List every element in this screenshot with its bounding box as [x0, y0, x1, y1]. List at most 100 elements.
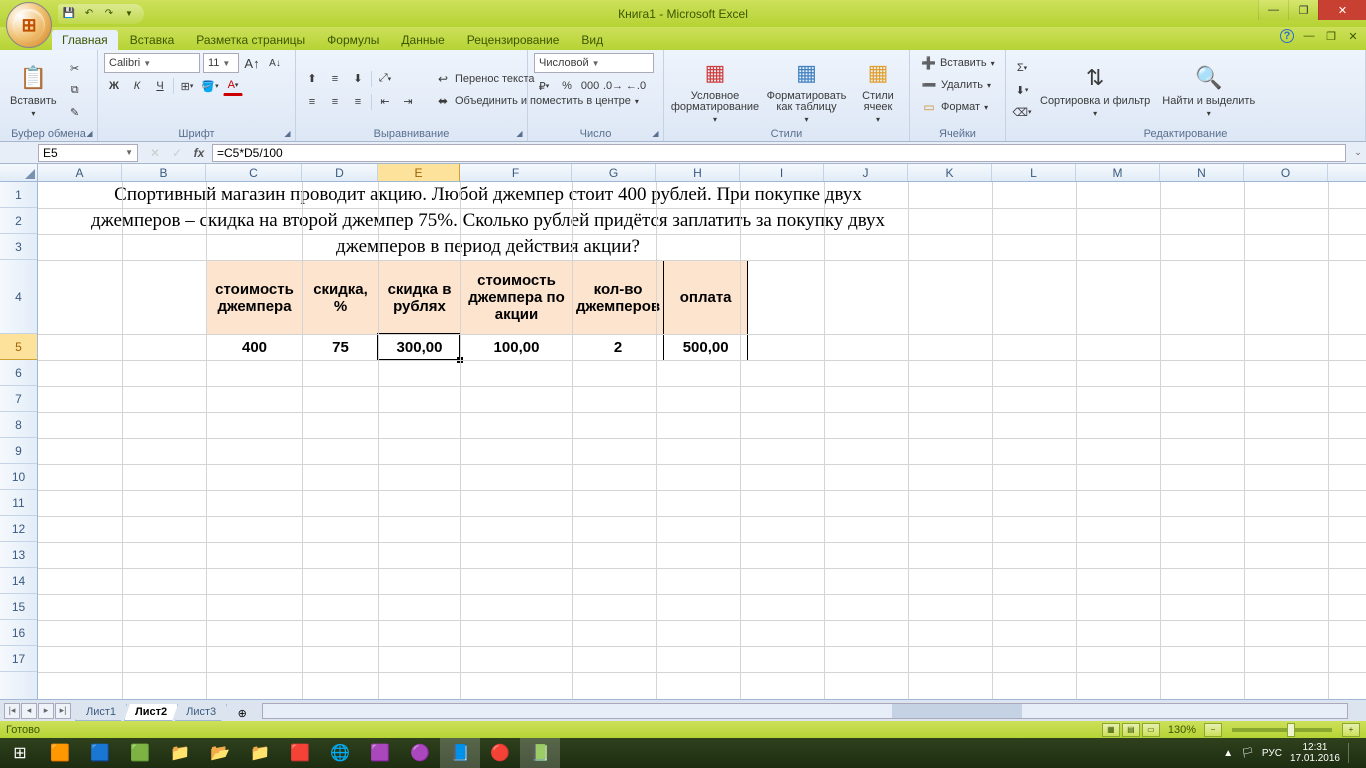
align-top-button[interactable]: ⬆ [302, 69, 322, 89]
font-name-combo[interactable]: Calibri▼ [104, 53, 200, 73]
ribbon-minimize-icon[interactable]: — [1302, 29, 1316, 43]
taskbar-app-5[interactable]: 📂 [200, 738, 240, 768]
taskbar-app-6[interactable]: 📁 [240, 738, 280, 768]
header-cost[interactable]: стоимость джемпера [207, 261, 303, 335]
scrollbar-thumb[interactable] [892, 704, 1022, 718]
taskbar-app-7[interactable]: 🟥 [280, 738, 320, 768]
column-header-j[interactable]: J [824, 164, 908, 181]
font-launcher-icon[interactable]: ◢ [282, 128, 293, 139]
minimize-button[interactable]: — [1258, 0, 1288, 20]
new-sheet-button[interactable]: ⊕ [230, 705, 254, 721]
fx-button[interactable]: fx [189, 144, 209, 162]
sheet-tab-2[interactable]: Лист2 [124, 704, 178, 721]
indent-decrease-button[interactable]: ⇤ [375, 92, 395, 112]
align-right-button[interactable]: ≡ [348, 92, 368, 112]
sheet-nav-prev-icon[interactable]: ◂ [21, 703, 37, 719]
cell-g5[interactable]: 2 [573, 335, 664, 361]
copy-button[interactable]: ⧉ [65, 80, 85, 100]
cell-f5[interactable]: 100,00 [461, 335, 573, 361]
column-header-f[interactable]: F [460, 164, 572, 181]
column-header-m[interactable]: M [1076, 164, 1160, 181]
start-button[interactable]: ⊞ [0, 738, 40, 768]
number-launcher-icon[interactable]: ◢ [650, 128, 661, 139]
formula-bar-expand-icon[interactable]: ⌄ [1350, 144, 1366, 162]
tab-insert[interactable]: Вставка [120, 30, 185, 50]
row-header-6[interactable]: 6 [0, 360, 37, 386]
tray-up-icon[interactable]: ▲ [1223, 748, 1233, 759]
zoom-slider[interactable] [1232, 728, 1332, 732]
row-header-13[interactable]: 13 [0, 542, 37, 568]
sheet-tab-1[interactable]: Лист1 [75, 704, 127, 721]
tab-home[interactable]: Главная [52, 30, 118, 50]
currency-button[interactable]: ₽▾ [534, 76, 554, 96]
column-header-c[interactable]: C [206, 164, 302, 181]
row-header-11[interactable]: 11 [0, 490, 37, 516]
find-select-button[interactable]: 🔍Найти и выделить▾ [1158, 53, 1259, 127]
number-format-combo[interactable]: Числовой▼ [534, 53, 654, 73]
clear-button[interactable]: ⌫▾ [1012, 102, 1032, 122]
row-header-1[interactable]: 1 [0, 182, 37, 208]
header-discount-pct[interactable]: скидка, % [303, 261, 379, 335]
zoom-in-button[interactable]: + [1342, 723, 1360, 737]
zoom-level[interactable]: 130% [1168, 724, 1196, 736]
align-middle-button[interactable]: ≡ [325, 69, 345, 89]
taskbar-word-button[interactable]: 📘 [440, 738, 480, 768]
column-header-l[interactable]: L [992, 164, 1076, 181]
taskbar-app-4[interactable]: 📁 [160, 738, 200, 768]
column-header-e[interactable]: E [378, 164, 460, 181]
underline-button[interactable]: Ч [150, 76, 170, 96]
grow-font-button[interactable]: A↑ [242, 53, 262, 73]
taskbar-app-9[interactable]: 🟪 [360, 738, 400, 768]
row-header-14[interactable]: 14 [0, 568, 37, 594]
align-bottom-button[interactable]: ⬇ [348, 69, 368, 89]
row-header-10[interactable]: 10 [0, 464, 37, 490]
header-discount-rub[interactable]: скидка в рублях [379, 261, 461, 335]
conditional-formatting-button[interactable]: ▦Условное форматирование▾ [670, 53, 760, 127]
undo-icon[interactable]: ↶ [82, 7, 96, 21]
maximize-button[interactable]: ❐ [1288, 0, 1318, 20]
sheet-tab-3[interactable]: Лист3 [175, 704, 227, 721]
row-header-5[interactable]: 5 [0, 334, 37, 360]
tab-data[interactable]: Данные [391, 30, 454, 50]
ribbon-close-icon[interactable]: ✕ [1346, 29, 1360, 43]
tray-flag-icon[interactable]: 🏳 [1241, 748, 1254, 759]
taskbar-app-8[interactable]: 🌐 [320, 738, 360, 768]
formula-input[interactable]: =C5*D5/100 [212, 144, 1346, 162]
insert-cells-button[interactable]: ➕Вставить▾ [916, 53, 999, 73]
column-header-a[interactable]: A [38, 164, 122, 181]
taskbar-excel-button[interactable]: 📗 [520, 738, 560, 768]
column-header-g[interactable]: G [572, 164, 656, 181]
format-cells-button[interactable]: ▭Формат▾ [916, 97, 999, 117]
row-header-7[interactable]: 7 [0, 386, 37, 412]
taskbar-opera-button[interactable]: 🔴 [480, 738, 520, 768]
tray-clock[interactable]: 12:31 17.01.2016 [1290, 742, 1340, 764]
clipboard-launcher-icon[interactable]: ◢ [84, 128, 95, 139]
column-header-i[interactable]: I [740, 164, 824, 181]
paste-button[interactable]: 📋 Вставить ▾ [6, 53, 61, 127]
header-payment[interactable]: оплата [664, 261, 748, 335]
autosum-button[interactable]: Σ▾ [1012, 58, 1032, 78]
taskbar-app-3[interactable]: 🟩 [120, 738, 160, 768]
taskbar-app-2[interactable]: 🟦 [80, 738, 120, 768]
font-size-combo[interactable]: 11▼ [203, 53, 239, 73]
border-button[interactable]: ⊞▾ [177, 76, 197, 96]
row-header-2[interactable]: 2 [0, 208, 37, 234]
tray-notifications-icon[interactable] [1348, 743, 1362, 763]
cell-e5[interactable]: 300,00 [379, 335, 461, 361]
row-header-9[interactable]: 9 [0, 438, 37, 464]
delete-cells-button[interactable]: ➖Удалить▾ [916, 75, 999, 95]
tab-review[interactable]: Рецензирование [457, 30, 570, 50]
normal-view-button[interactable]: ▦ [1102, 723, 1120, 737]
office-button[interactable]: ⊞ [6, 2, 52, 48]
page-layout-view-button[interactable]: ▤ [1122, 723, 1140, 737]
cell-d5[interactable]: 75 [303, 335, 379, 361]
column-header-n[interactable]: N [1160, 164, 1244, 181]
name-box[interactable]: E5▼ [38, 144, 138, 162]
zoom-out-button[interactable]: − [1204, 723, 1222, 737]
comma-button[interactable]: 000 [580, 76, 600, 96]
italic-button[interactable]: К [127, 76, 147, 96]
bold-button[interactable]: Ж [104, 76, 124, 96]
sheet-nav-last-icon[interactable]: ▸| [55, 703, 71, 719]
sort-filter-button[interactable]: ⇅Сортировка и фильтр▾ [1036, 53, 1154, 127]
save-icon[interactable]: 💾 [62, 7, 76, 21]
